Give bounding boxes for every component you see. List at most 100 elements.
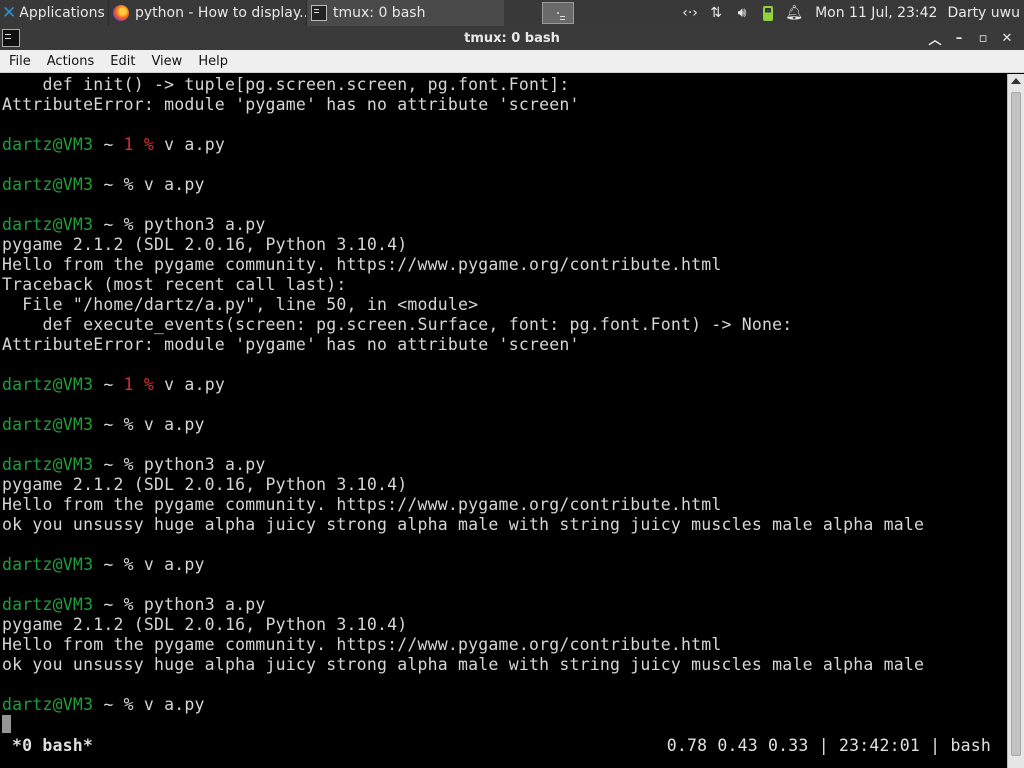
volume-icon[interactable]: 🔊︎ xyxy=(729,0,755,26)
menu-edit[interactable]: Edit xyxy=(102,54,143,69)
output-text: AttributeError: module 'pygame' has no a… xyxy=(2,95,580,114)
transfer-arrows-icon[interactable]: ⇅ xyxy=(703,0,729,26)
prompt-separator: ~ xyxy=(93,375,124,394)
terminal-line: dartz@VM3 ~ % v a.py xyxy=(2,415,1007,435)
taskbar-item-firefox[interactable]: python - How to display... xyxy=(108,0,306,26)
shell-command: python3 a.py xyxy=(143,455,266,474)
terminal-line: def init() -> tuple[pg.screen.screen, pg… xyxy=(2,75,1007,95)
terminal-output: def init() -> tuple[pg.screen.screen, pg… xyxy=(0,74,1007,735)
menu-bar: File Actions Edit View Help xyxy=(0,50,1024,73)
shell-prompt: dartz@VM3 xyxy=(2,415,94,434)
output-text: AttributeError: module 'pygame' has no a… xyxy=(2,335,580,354)
prompt-separator: ~ xyxy=(93,135,124,154)
terminal-line: pygame 2.1.2 (SDL 2.0.16, Python 3.10.4) xyxy=(2,475,1007,495)
status-divider: | xyxy=(920,736,951,755)
menu-help[interactable]: Help xyxy=(190,54,236,69)
close-button[interactable]: ✕ xyxy=(996,27,1018,49)
system-tray: ‹·› ⇅ 🔊︎ 🔔︎ Mon 11 Jul, 23:42 Darty uwu xyxy=(677,0,1024,26)
terminal-line: pygame 2.1.2 (SDL 2.0.16, Python 3.10.4) xyxy=(2,235,1007,255)
shell-prompt: dartz@VM3 xyxy=(2,175,94,194)
shell-command: v a.py xyxy=(143,415,205,434)
terminal-scrollbar[interactable] xyxy=(1007,74,1024,768)
terminal-area[interactable]: def init() -> tuple[pg.screen.screen, pg… xyxy=(0,74,1007,768)
terminal-line: Traceback (most recent call last): xyxy=(2,275,1007,295)
notification-bell-icon[interactable]: 🔔︎ xyxy=(781,0,807,26)
top-panel: ✕ Applications python - How to display..… xyxy=(0,0,1024,26)
menu-view[interactable]: View xyxy=(143,54,190,69)
output-text: Hello from the pygame community. https:/… xyxy=(2,255,722,274)
shell-prompt: dartz@VM3 xyxy=(2,375,94,394)
terminal-line xyxy=(2,715,1007,735)
shell-command: python3 a.py xyxy=(143,595,266,614)
terminal-line: dartz@VM3 ~ % python3 a.py xyxy=(2,455,1007,475)
output-text: def execute_events(screen: pg.screen.Sur… xyxy=(2,315,793,334)
terminal-line: dartz@VM3 ~ % v a.py xyxy=(2,175,1007,195)
status-shell: bash xyxy=(950,736,991,755)
taskbar-item-label: tmux: 0 bash xyxy=(333,5,426,21)
maximize-button[interactable]: ▫ xyxy=(972,27,994,49)
shell-prompt: dartz@VM3 xyxy=(2,595,94,614)
terminal-line: ok you unsussy huge alpha juicy strong a… xyxy=(2,655,1007,675)
network-icon[interactable]: ‹·› xyxy=(677,0,703,26)
applications-menu-button[interactable]: ✕ Applications xyxy=(0,0,108,26)
output-text: ok you unsussy huge alpha juicy strong a… xyxy=(2,515,925,534)
shell-command: v a.py xyxy=(154,375,225,394)
terminal-line: File "/home/dartz/a.py", line 50, in <mo… xyxy=(2,295,1007,315)
terminal-line: ok you unsussy huge alpha juicy strong a… xyxy=(2,515,1007,535)
shell-command: v a.py xyxy=(143,555,205,574)
scrollbar-thumb[interactable] xyxy=(1011,92,1021,756)
shell-prompt: dartz@VM3 xyxy=(2,695,94,714)
status-divider: | xyxy=(808,736,839,755)
window-titlebar[interactable]: tmux: 0 bash ︿ – ▫ ✕ xyxy=(0,26,1024,50)
battery-icon[interactable] xyxy=(755,0,781,26)
terminal-cursor xyxy=(2,715,11,733)
output-text: ok you unsussy huge alpha juicy strong a… xyxy=(2,655,925,674)
terminal-line: Hello from the pygame community. https:/… xyxy=(2,255,1007,275)
shell-prompt: dartz@VM3 xyxy=(2,135,94,154)
window-controls: ︿ – ▫ ✕ xyxy=(922,26,1018,50)
prompt-separator: ~ % xyxy=(93,695,144,714)
window-title: tmux: 0 bash xyxy=(464,30,560,46)
terminal-line: dartz@VM3 ~ % python3 a.py xyxy=(2,595,1007,615)
tmux-status-line: *0 bash* 0.78 0.43 0.33 | 23:42:01 | bas… xyxy=(0,734,1007,758)
prompt-separator: ~ % xyxy=(93,215,144,234)
shell-command: python3 a.py xyxy=(143,215,266,234)
output-text: def init() -> tuple[pg.screen.screen, pg… xyxy=(2,75,570,94)
shell-command: v a.py xyxy=(154,135,225,154)
terminal-line: dartz@VM3 ~ % v a.py xyxy=(2,555,1007,575)
scroll-up-arrow-icon[interactable] xyxy=(1011,78,1021,84)
load-average: 0.78 0.43 0.33 xyxy=(666,736,809,755)
workspace-switcher-button[interactable] xyxy=(542,2,574,24)
output-text: Hello from the pygame community. https:/… xyxy=(2,495,722,514)
applications-label: Applications xyxy=(19,5,105,21)
panel-clock[interactable]: Mon 11 Jul, 23:42 xyxy=(815,5,937,21)
minimize-button[interactable]: – xyxy=(948,27,970,49)
user-menu[interactable]: Darty uwu xyxy=(947,5,1020,21)
shell-prompt: dartz@VM3 xyxy=(2,215,94,234)
tmux-window-name[interactable]: *0 bash* xyxy=(0,736,93,756)
terminal-line: dartz@VM3 ~ 1 % v a.py xyxy=(2,135,1007,155)
exit-code: 1 % xyxy=(123,135,155,154)
terminal-line: AttributeError: module 'pygame' has no a… xyxy=(2,95,1007,115)
terminal-line: def execute_events(screen: pg.screen.Sur… xyxy=(2,315,1007,335)
shade-button[interactable]: ︿ xyxy=(924,27,946,49)
shell-prompt: dartz@VM3 xyxy=(2,455,94,474)
prompt-separator: ~ % xyxy=(93,415,144,434)
window-terminal-icon[interactable] xyxy=(2,29,20,47)
shell-command: v a.py xyxy=(143,695,205,714)
taskbar-item-tmux[interactable]: tmux: 0 bash xyxy=(306,0,504,26)
shell-prompt: dartz@VM3 xyxy=(2,555,94,574)
tmux-status-right: 0.78 0.43 0.33 | 23:42:01 | bash xyxy=(667,736,1007,756)
menu-file[interactable]: File xyxy=(0,54,39,69)
terminal-icon xyxy=(557,12,565,17)
output-text: Hello from the pygame community. https:/… xyxy=(2,635,722,654)
menu-actions[interactable]: Actions xyxy=(39,54,103,69)
prompt-separator: ~ % xyxy=(93,455,144,474)
